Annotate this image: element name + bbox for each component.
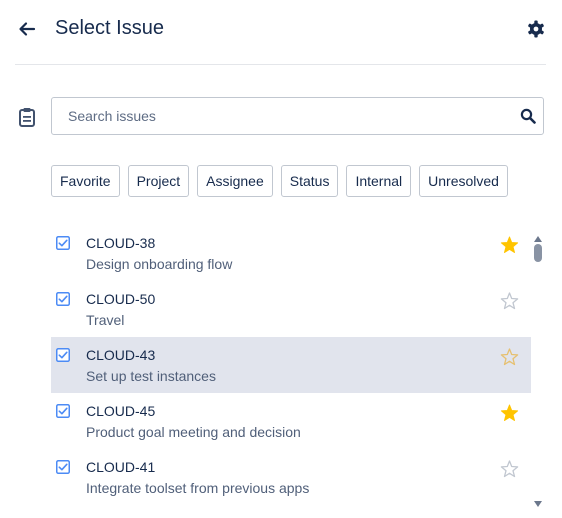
- issue-row[interactable]: CLOUD-50 Travel: [51, 281, 531, 337]
- checkbox-checked-icon[interactable]: [56, 292, 70, 306]
- header-divider: [15, 64, 546, 65]
- issue-row[interactable]: CLOUD-43 Set up test instances: [51, 337, 531, 393]
- issue-key: CLOUD-43: [86, 347, 156, 363]
- search-icon[interactable]: [520, 108, 536, 124]
- search-box: [51, 97, 544, 135]
- checkbox-checked-icon[interactable]: [56, 236, 70, 250]
- page-title: Select Issue: [55, 17, 164, 39]
- issue-list: CLOUD-38 Design onboarding flow CLOUD-50…: [51, 225, 531, 505]
- filter-unresolved-button[interactable]: Unresolved: [419, 165, 508, 197]
- arrow-left-icon: [19, 22, 36, 36]
- checkbox-checked-icon[interactable]: [56, 404, 70, 418]
- scroll-up-arrow-icon[interactable]: [534, 229, 542, 242]
- search-input[interactable]: [52, 98, 512, 134]
- star-outline-icon[interactable]: [500, 460, 519, 478]
- issue-row[interactable]: CLOUD-41 Integrate toolset from previous…: [51, 449, 531, 505]
- issue-key: CLOUD-38: [86, 235, 156, 251]
- filter-internal-button[interactable]: Internal: [346, 165, 412, 197]
- clipboard-icon: [18, 107, 36, 127]
- issue-summary: Travel: [86, 312, 125, 328]
- settings-button[interactable]: [526, 19, 546, 39]
- issue-row[interactable]: CLOUD-45 Product goal meeting and decisi…: [51, 393, 531, 449]
- back-button[interactable]: [16, 18, 38, 40]
- issue-key: CLOUD-50: [86, 291, 156, 307]
- filter-status-button[interactable]: Status: [280, 165, 339, 197]
- filter-project-button[interactable]: Project: [127, 165, 190, 197]
- issue-key: CLOUD-41: [86, 459, 156, 475]
- issue-summary: Integrate toolset from previous apps: [86, 480, 310, 496]
- gear-icon: [528, 20, 544, 38]
- issue-key: CLOUD-45: [86, 403, 156, 419]
- checkbox-checked-icon[interactable]: [56, 348, 70, 362]
- filter-assignee-button[interactable]: Assignee: [197, 165, 273, 197]
- issue-summary: Product goal meeting and decision: [86, 424, 301, 440]
- issue-summary: Set up test instances: [86, 368, 216, 384]
- filter-favorite-button[interactable]: Favorite: [51, 165, 120, 197]
- header: Select Issue: [0, 0, 562, 64]
- star-filled-icon[interactable]: [500, 236, 519, 254]
- star-outline-icon[interactable]: [500, 292, 519, 310]
- star-outline-icon[interactable]: [500, 348, 519, 366]
- checkbox-checked-icon[interactable]: [56, 460, 70, 474]
- issue-summary: Design onboarding flow: [86, 256, 233, 272]
- scroll-down-arrow-icon[interactable]: [534, 494, 542, 507]
- star-filled-icon[interactable]: [500, 404, 519, 422]
- scrollbar-thumb[interactable]: [534, 244, 542, 262]
- filter-bar: Favorite Project Assignee Status Interna…: [51, 165, 508, 197]
- scrollbar[interactable]: [531, 225, 545, 507]
- issue-row[interactable]: CLOUD-38 Design onboarding flow: [51, 225, 531, 281]
